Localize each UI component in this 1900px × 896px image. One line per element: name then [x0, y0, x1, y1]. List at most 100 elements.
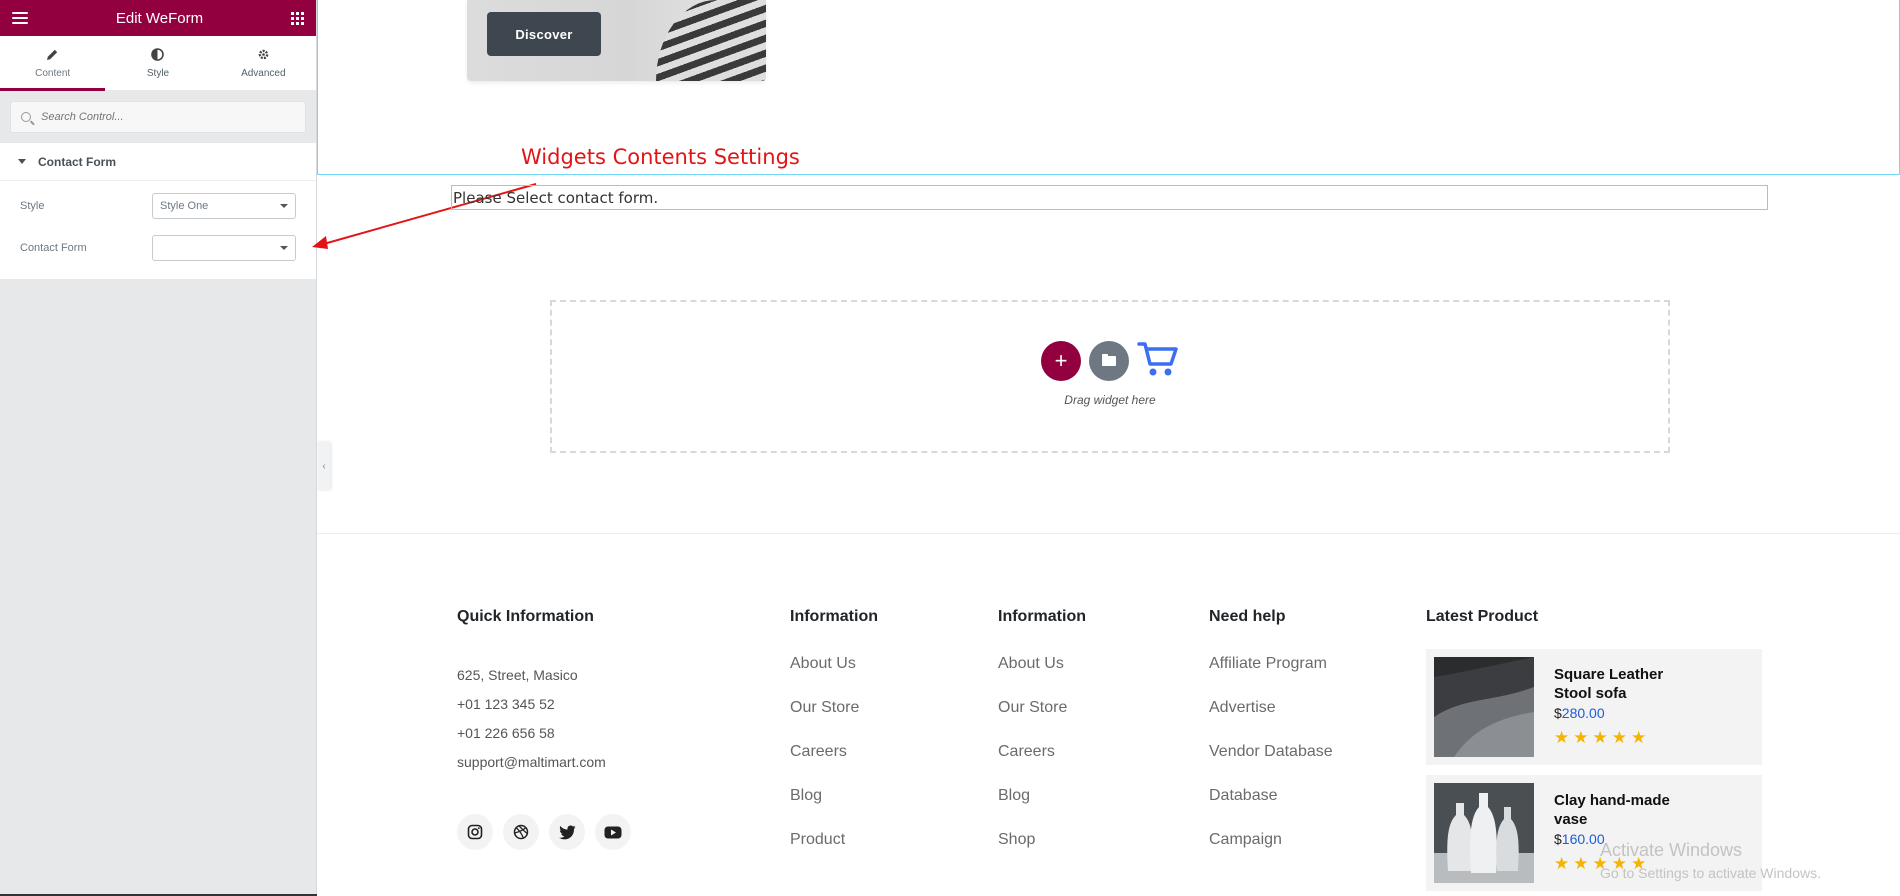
footer-link-our-store[interactable]: Our Store — [998, 698, 1086, 742]
footer-link-advertise[interactable]: Advertise — [1209, 698, 1333, 742]
gear-icon — [257, 48, 270, 64]
folder-icon — [1102, 353, 1116, 366]
footer-need-help: Need help Affiliate Program Advertise Ve… — [1209, 608, 1333, 874]
annotation-label: Widgets Contents Settings — [521, 145, 800, 169]
style-select[interactable]: Style One — [152, 193, 296, 219]
footer-link-about-us[interactable]: About Us — [790, 654, 878, 698]
style-select-value: Style One — [160, 200, 209, 212]
star-icon: ★ — [1573, 728, 1589, 747]
dropzone-text: Drag widget here — [1064, 393, 1156, 407]
product-title[interactable]: Square Leather Stool sofa — [1554, 665, 1694, 703]
chevron-down-icon — [280, 246, 288, 250]
product-price: $160.00 — [1554, 831, 1605, 847]
section-title: Contact Form — [38, 154, 116, 169]
footer-quick-info: Quick Information 625, Street, Masico +0… — [457, 608, 631, 850]
template-library-button[interactable] — [1089, 340, 1129, 381]
information-title-2: Information — [998, 608, 1086, 625]
footer-information-1: Information About Us Our Store Careers B… — [790, 608, 878, 874]
social-links — [457, 814, 631, 850]
product-image-sofa — [1434, 657, 1534, 757]
twitter-icon[interactable] — [549, 814, 585, 850]
caret-down-icon — [18, 159, 26, 164]
star-icon: ★ — [1554, 728, 1570, 747]
email[interactable]: support@maltimart.com — [457, 753, 631, 782]
dropzone-actions: + — [1041, 338, 1179, 383]
half-circle-icon — [151, 47, 165, 64]
weform-notice[interactable]: Please Select contact form. — [451, 185, 1768, 210]
chevron-down-icon — [280, 204, 288, 208]
latest-product-title: Latest Product — [1426, 608, 1539, 625]
footer-link-about-us[interactable]: About Us — [998, 654, 1086, 698]
section-header-contact-form[interactable]: Contact Form — [0, 143, 316, 181]
dribbble-icon[interactable] — [503, 814, 539, 850]
annotation-arrow — [312, 183, 537, 249]
style-label: Style — [20, 200, 45, 212]
star-icon: ★ — [1592, 728, 1608, 747]
product-price: $280.00 — [1554, 705, 1605, 721]
star-icon: ★ — [1554, 854, 1570, 873]
information-title-1: Information — [790, 608, 878, 625]
cart-button[interactable] — [1137, 338, 1179, 383]
panel-collapse-handle[interactable]: ‹ — [318, 442, 330, 490]
currency-symbol: $ — [1554, 831, 1562, 847]
search-control-input[interactable] — [41, 111, 281, 123]
watermark-line-2: Go to Settings to activate Windows. — [1600, 865, 1821, 881]
contact-form-select[interactable] — [152, 235, 296, 261]
pencil-icon — [46, 48, 59, 64]
instagram-icon[interactable] — [457, 814, 493, 850]
address: 625, Street, Masico — [457, 667, 578, 683]
tab-advanced-label: Advanced — [241, 67, 286, 79]
product-card[interactable]: Square Leather Stool sofa $280.00 ★ ★ ★ … — [1426, 649, 1762, 765]
widget-dropzone[interactable]: + Drag widget here — [550, 300, 1670, 453]
product-title[interactable]: Clay hand-made vase — [1554, 791, 1694, 829]
panel-title: Edit WeForm — [115, 9, 204, 27]
phone-1: +01 123 345 52 — [457, 696, 555, 712]
panel-header: Edit WeForm — [0, 0, 316, 36]
plus-icon: + — [1054, 347, 1068, 373]
add-section-button[interactable]: + — [1041, 340, 1081, 381]
footer-link-careers[interactable]: Careers — [998, 742, 1086, 786]
tab-content[interactable]: Content — [0, 36, 106, 91]
tab-style[interactable]: Style — [105, 36, 210, 90]
search-icon — [21, 112, 31, 122]
product-image-vase — [1434, 783, 1534, 883]
footer-link-campaign[interactable]: Campaign — [1209, 830, 1333, 874]
style-control: Style Style One — [0, 185, 316, 227]
search-control — [10, 101, 306, 133]
widgets-grid-icon[interactable] — [291, 11, 304, 25]
footer-link-blog[interactable]: Blog — [790, 786, 878, 830]
footer-link-shop[interactable]: Shop — [998, 830, 1086, 874]
price-amount: 160.00 — [1561, 831, 1605, 847]
price-amount: 280.00 — [1561, 705, 1605, 721]
hamburger-menu-icon[interactable] — [12, 12, 28, 24]
footer-link-careers[interactable]: Careers — [790, 742, 878, 786]
quick-info-lines: 625, Street, Masico +01 123 345 52 +01 2… — [457, 666, 631, 782]
star-icon: ★ — [1573, 854, 1589, 873]
footer-link-affiliate-program[interactable]: Affiliate Program — [1209, 654, 1333, 698]
footer-link-database[interactable]: Database — [1209, 786, 1333, 830]
footer-divider — [317, 533, 1900, 534]
cart-icon — [1137, 342, 1178, 376]
chevron-left-icon: ‹ — [322, 460, 326, 472]
discover-button[interactable]: Discover — [487, 12, 601, 56]
need-help-title: Need help — [1209, 608, 1286, 625]
contact-form-control: Contact Form — [0, 227, 316, 269]
watermark-line-1: Activate Windows — [1600, 840, 1743, 860]
tab-content-label: Content — [35, 67, 71, 79]
footer-link-our-store[interactable]: Our Store — [790, 698, 878, 742]
quick-info-title: Quick Information — [457, 608, 594, 625]
need-help-links: Affiliate Program Advertise Vendor Datab… — [1209, 654, 1333, 874]
tab-style-label: Style — [146, 67, 170, 79]
currency-symbol: $ — [1554, 705, 1562, 721]
hero-card: Discover — [467, 0, 766, 81]
footer-link-vendor-database[interactable]: Vendor Database — [1209, 742, 1333, 786]
footer-link-blog[interactable]: Blog — [998, 786, 1086, 830]
youtube-icon[interactable] — [595, 814, 631, 850]
tab-advanced[interactable]: Advanced — [211, 36, 316, 90]
phone-2: +01 226 656 58 — [457, 725, 555, 741]
editor-panel: Edit WeForm Content Style Advanced Searc… — [0, 0, 317, 896]
star-icon: ★ — [1611, 728, 1627, 747]
information-links-1: About Us Our Store Careers Blog Product — [790, 654, 878, 874]
section-body: Style Style One Contact Form — [0, 185, 316, 279]
footer-link-product[interactable]: Product — [790, 830, 878, 874]
